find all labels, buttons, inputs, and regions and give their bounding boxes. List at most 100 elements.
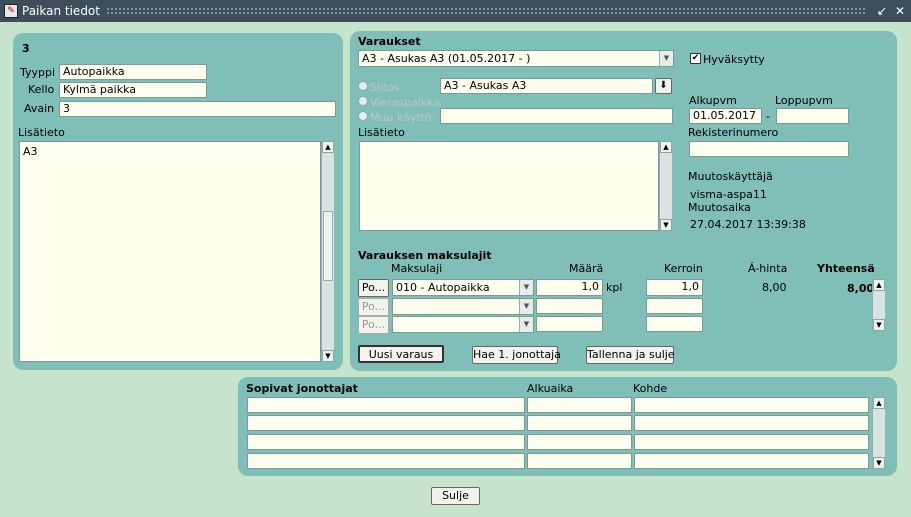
title-bar: ✎ Paikan tiedot ↙ ✕ <box>0 0 911 22</box>
end-date-label: Loppupvm <box>775 94 833 107</box>
registration-label: Rekisterinumero <box>688 126 779 139</box>
type-label: Tyyppi <box>20 66 56 79</box>
queue-start-cell[interactable] <box>527 397 632 413</box>
fees-scrollbar[interactable]: ▲ ▼ <box>872 279 885 331</box>
other-use-label: Muu käyttö: <box>370 111 436 124</box>
fee-qty-field[interactable] <box>536 316 603 332</box>
queue-target-cell[interactable] <box>634 397 869 413</box>
queue-name-cell[interactable] <box>247 397 525 413</box>
modifier-value: visma-aspa11 <box>690 188 767 201</box>
minimize-icon[interactable]: ↙ <box>875 4 889 18</box>
queue-col-target: Kohde <box>633 382 668 395</box>
reservations-title: Varaukset <box>358 35 421 48</box>
queue-start-cell[interactable] <box>527 415 632 431</box>
chevron-down-icon[interactable]: ▼ <box>659 51 673 66</box>
key-field[interactable]: 3 <box>59 101 336 117</box>
fee-factor-field[interactable]: 1,0 <box>646 279 703 296</box>
scroll-down-icon[interactable]: ▼ <box>873 457 885 469</box>
queue-title: Sopivat jonottajat <box>246 382 358 395</box>
fee-type-select[interactable]: ▼ <box>392 298 534 315</box>
col-factor-header: Kerroin <box>664 262 703 275</box>
radio-binding[interactable] <box>358 81 368 91</box>
guest-label: Vieraspaikka <box>370 96 441 109</box>
title-bar-grip <box>105 7 867 15</box>
fee-qty-field[interactable] <box>536 298 603 314</box>
save-close-button[interactable]: Tallenna ja sulje <box>586 346 675 364</box>
start-date-label: Alkupvm <box>689 94 737 107</box>
radio-guest[interactable] <box>358 96 368 106</box>
col-total-header: Yhteensä <box>817 262 875 275</box>
fee-row-lov-button[interactable]: Po... <box>358 279 389 297</box>
scroll-thumb[interactable] <box>323 211 333 281</box>
clock-label: Kello <box>28 83 55 96</box>
end-date-field[interactable] <box>776 108 849 124</box>
queue-name-cell[interactable] <box>247 453 525 469</box>
queue-target-cell[interactable] <box>634 415 869 431</box>
res-extra-scrollbar[interactable]: ▲ ▼ <box>659 141 672 231</box>
modifier-label: Muutoskäyttäjä <box>688 170 773 183</box>
scroll-up-icon[interactable]: ▲ <box>873 279 885 291</box>
approved-label: Hyväksytty <box>703 53 765 66</box>
res-extra-textarea[interactable] <box>359 141 659 231</box>
fee-type-select[interactable]: 010 - Autopaikka ▼ <box>392 279 534 296</box>
chevron-down-icon[interactable]: ▼ <box>519 299 533 314</box>
window-title: Paikan tiedot <box>22 4 100 18</box>
close-icon[interactable]: ✕ <box>893 4 907 18</box>
date-dash: - <box>766 110 770 123</box>
fee-factor-field[interactable] <box>646 298 703 314</box>
fee-factor-field[interactable] <box>646 316 703 332</box>
other-use-field[interactable] <box>440 108 673 124</box>
extra-info-scrollbar[interactable]: ▲ ▼ <box>321 141 334 362</box>
fee-type-value: 010 - Autopaikka <box>396 281 490 294</box>
col-price-header: Á-hinta <box>748 262 788 275</box>
fee-type-select[interactable]: ▼ <box>392 316 534 333</box>
binding-label: Sidos <box>370 81 400 94</box>
close-button[interactable]: Sulje <box>431 487 480 505</box>
place-id: 3 <box>22 42 30 55</box>
queue-name-cell[interactable] <box>247 434 525 450</box>
binding-field[interactable]: A3 - Asukas A3 <box>440 78 653 94</box>
fee-row-lov-button[interactable]: Po... <box>358 298 389 316</box>
type-field[interactable]: Autopaikka <box>59 64 207 80</box>
approved-checkbox[interactable]: ✔ <box>690 53 701 64</box>
fee-qty-field[interactable]: 1,0 <box>536 279 603 296</box>
scroll-up-icon[interactable]: ▲ <box>873 397 885 409</box>
scroll-down-icon[interactable]: ▼ <box>660 219 672 231</box>
queue-target-cell[interactable] <box>634 453 869 469</box>
fee-total: 8,00 <box>847 282 875 295</box>
scroll-up-icon[interactable]: ▲ <box>322 141 334 153</box>
fetch-first-queuer-button[interactable]: Hae 1. jonottaja <box>472 346 561 364</box>
queue-start-cell[interactable] <box>527 453 632 469</box>
scroll-down-icon[interactable]: ▼ <box>322 350 334 362</box>
fee-row-lov-button[interactable]: Po... <box>358 316 389 334</box>
chevron-down-icon[interactable]: ▼ <box>519 317 533 332</box>
binding-lov-button[interactable]: ⬇ <box>655 78 672 94</box>
queue-scrollbar[interactable]: ▲ ▼ <box>872 397 885 469</box>
col-qty-header: Määrä <box>569 262 604 275</box>
queue-start-cell[interactable] <box>527 434 632 450</box>
registration-field[interactable] <box>689 141 849 157</box>
col-type-header: Maksulaji <box>391 262 443 275</box>
queue-col-start: Alkuaika <box>527 382 574 395</box>
queue-name-cell[interactable] <box>247 415 525 431</box>
reservation-select[interactable]: A3 - Asukas A3 (01.05.2017 - ) ▼ <box>358 50 674 67</box>
key-label: Avain <box>24 102 55 115</box>
modtime-label: Muutosaika <box>688 201 751 214</box>
radio-other[interactable] <box>358 111 368 121</box>
scroll-down-icon[interactable]: ▼ <box>873 319 885 331</box>
modtime-value: 27.04.2017 13:39:38 <box>690 218 806 231</box>
fee-price: 8,00 <box>762 281 787 294</box>
res-extra-label: Lisätieto <box>358 126 405 139</box>
app-icon: ✎ <box>4 4 18 18</box>
new-reservation-button[interactable]: Uusi varaus <box>358 345 444 363</box>
fee-unit: kpl <box>606 281 623 294</box>
queue-target-cell[interactable] <box>634 434 869 450</box>
extra-info-label: Lisätieto <box>18 126 65 139</box>
reservation-select-value: A3 - Asukas A3 (01.05.2017 - ) <box>362 52 531 65</box>
extra-info-textarea[interactable]: A3 <box>19 141 321 362</box>
clock-field[interactable]: Kylmä paikka <box>59 82 207 98</box>
start-date-field[interactable]: 01.05.2017 <box>689 108 762 124</box>
fees-title: Varauksen maksulajit <box>358 249 492 262</box>
chevron-down-icon[interactable]: ▼ <box>519 280 533 295</box>
scroll-up-icon[interactable]: ▲ <box>660 141 672 153</box>
